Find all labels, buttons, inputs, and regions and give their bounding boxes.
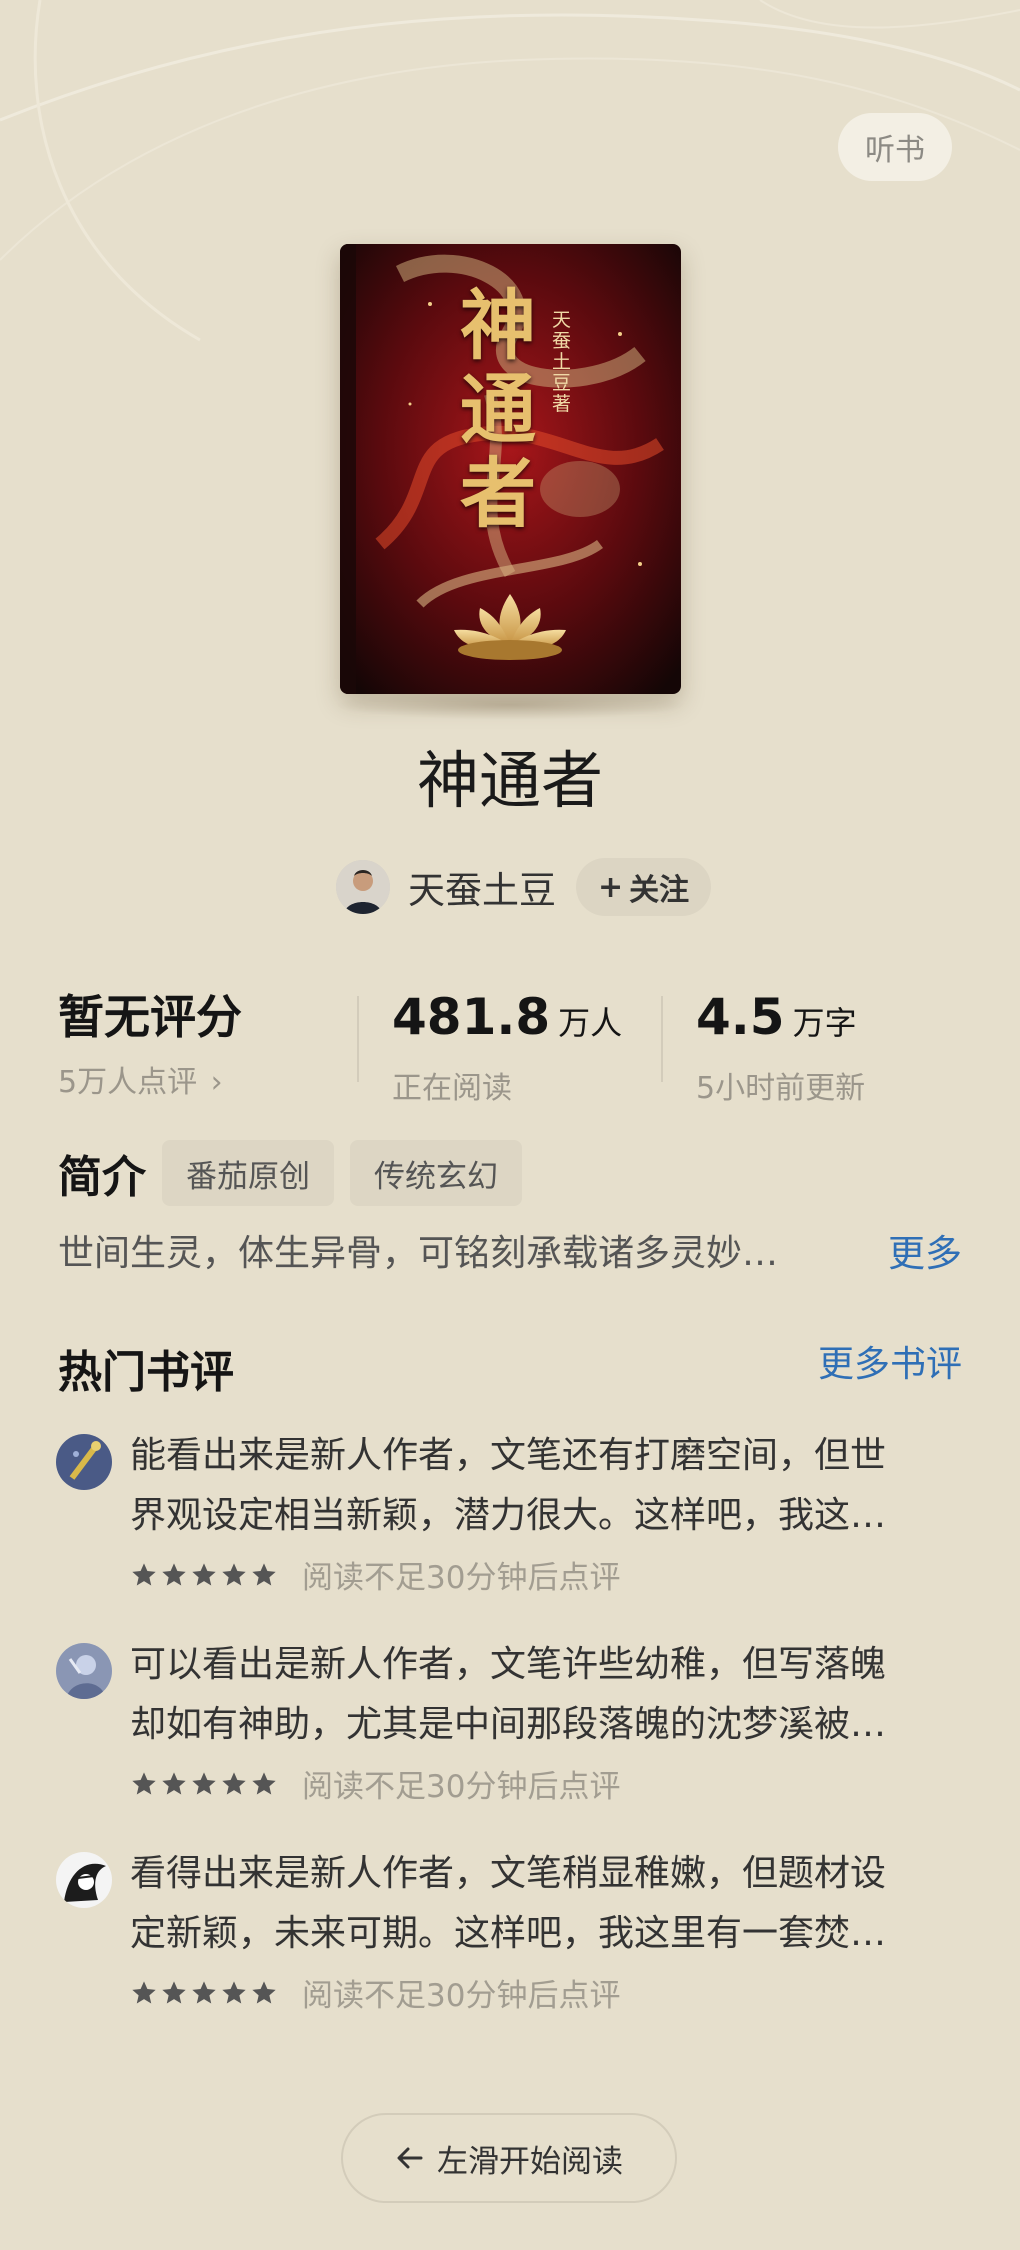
intro-title: 简介: [58, 1152, 146, 1203]
stat-divider: [661, 996, 663, 1082]
cover-shadow: [332, 690, 688, 720]
listen-button[interactable]: 听书: [838, 113, 952, 181]
review-meta: 阅读不足30分钟后点评: [130, 1552, 620, 1597]
words-sub: 5小时前更新: [696, 1071, 866, 1106]
plus-icon: +: [598, 869, 624, 905]
review-text-line: 可以看出是新人作者，文笔许些幼稚，但写落魄: [130, 1644, 887, 1685]
star-icon: [252, 1562, 276, 1585]
arrow-left-icon: [397, 2147, 423, 2169]
review-meta: 阅读不足30分钟后点评: [130, 1970, 620, 2015]
readers-unit: 万人: [558, 1004, 623, 1042]
start-reading-label: 左滑开始阅读: [437, 2143, 623, 2180]
author-row: 天蚕土豆 + 关注: [336, 857, 712, 917]
star-icon: [192, 1980, 216, 2003]
book-title: 神通者: [416, 744, 603, 817]
review-text-line: 能看出来是新人作者，文笔还有打磨空间，但世: [130, 1435, 887, 1476]
star-icon: [162, 1562, 186, 1585]
stat-divider: [357, 996, 359, 1082]
review-text: 可以看出是新人作者，文笔许些幼稚，但写落魄 却如有神助，尤其是中间那段落魄的沈梦…: [130, 1635, 1020, 1755]
star-rating: [130, 1770, 280, 1798]
author-name[interactable]: 天蚕土豆: [408, 860, 556, 914]
reviewer-avatar[interactable]: [56, 1852, 112, 1908]
review-text: 能看出来是新人作者，文笔还有打磨空间，但世 界观设定相当新颖，潜力很大。这样吧，…: [130, 1426, 1020, 1546]
readers-value: 481.8: [392, 988, 551, 1046]
hot-reviews-title: 热门书评: [58, 1347, 234, 1398]
star-icon: [222, 1771, 246, 1794]
intro-text[interactable]: 世间生灵，体生异骨，可铭刻承载诸多灵妙…: [58, 1224, 778, 1284]
tag-genre[interactable]: 传统玄幻: [350, 1140, 522, 1206]
rating-count-text: 5万人点评: [58, 1065, 198, 1100]
chevron-right-icon: ›: [210, 1065, 223, 1100]
star-rating: [130, 1561, 280, 1589]
intro-header: 简介 番茄原创 传统玄幻: [58, 1140, 522, 1206]
more-reviews-link[interactable]: 更多书评: [818, 1336, 962, 1394]
readers-sub: 正在阅读: [392, 1071, 512, 1106]
rating-value: 暂无评分: [58, 990, 242, 1044]
readers-stat: 481.8 万人 正在阅读: [392, 985, 622, 1107]
follow-button[interactable]: + 关注: [576, 858, 712, 916]
words-unit: 万字: [792, 1004, 857, 1042]
star-icon: [132, 1562, 156, 1585]
star-icon: [132, 1771, 156, 1794]
words-value: 4.5: [696, 988, 785, 1046]
star-icon: [162, 1771, 186, 1794]
star-icon: [222, 1980, 246, 2003]
reviewer-avatar[interactable]: [56, 1643, 112, 1699]
tag-original[interactable]: 番茄原创: [162, 1140, 334, 1206]
star-rating: [130, 1979, 280, 2007]
review-meta-text: 阅读不足30分钟后点评: [302, 1978, 621, 2014]
review-text-line: 却如有神助，尤其是中间那段落魄的沈梦溪被…: [130, 1704, 887, 1745]
star-icon: [192, 1562, 216, 1585]
review-text-line: 界观设定相当新颖，潜力很大。这样吧，我这…: [130, 1495, 887, 1536]
review-text-line: 定新颖，未来可期。这样吧，我这里有一套焚…: [130, 1913, 887, 1954]
follow-label: 关注: [629, 873, 690, 908]
star-icon: [132, 1980, 156, 2003]
intro-more-link[interactable]: 更多: [888, 1224, 962, 1284]
review-meta: 阅读不足30分钟后点评: [130, 1761, 620, 1806]
cover-author-text: 天蚕土豆著: [552, 309, 572, 415]
star-icon: [222, 1562, 246, 1585]
star-icon: [192, 1771, 216, 1794]
start-reading-button[interactable]: 左滑开始阅读: [341, 2113, 677, 2203]
reviewer-avatar[interactable]: [56, 1434, 112, 1490]
author-avatar[interactable]: [336, 860, 390, 914]
rating-stat[interactable]: 暂无评分 5万人点评 ›: [58, 985, 242, 1101]
words-stat: 4.5 万字 5小时前更新: [696, 985, 865, 1107]
review-meta-text: 阅读不足30分钟后点评: [302, 1560, 621, 1596]
star-icon: [252, 1771, 276, 1794]
star-icon: [162, 1980, 186, 2003]
review-text-line: 看得出来是新人作者，文笔稍显稚嫩，但题材设: [130, 1853, 887, 1894]
rating-sub: 5万人点评 ›: [58, 1057, 242, 1101]
book-cover[interactable]: 神通者 天蚕土豆著: [340, 244, 681, 694]
review-meta-text: 阅读不足30分钟后点评: [302, 1769, 621, 1805]
star-icon: [252, 1980, 276, 2003]
review-text: 看得出来是新人作者，文笔稍显稚嫩，但题材设 定新颖，未来可期。这样吧，我这里有一…: [130, 1844, 1020, 1964]
